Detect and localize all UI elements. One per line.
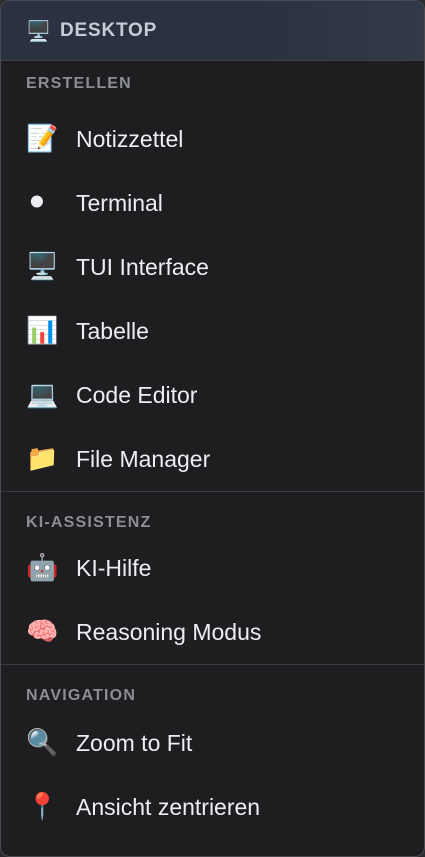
laptop-icon: 💻 bbox=[26, 380, 59, 410]
robot-icon: 🤖 bbox=[26, 553, 59, 583]
menu-item-code-editor[interactable]: 💻 Code Editor bbox=[1, 363, 424, 427]
menu-item-label: Terminal bbox=[76, 189, 163, 216]
desktop-computer-icon: 🖥️ bbox=[26, 252, 59, 282]
black-circle-icon: ⚫ bbox=[26, 188, 48, 218]
pin-icon: 📍 bbox=[26, 792, 59, 822]
menu-item-label: TUI Interface bbox=[76, 253, 209, 280]
section-label-navigation: NAVIGATION bbox=[26, 687, 137, 704]
menu-item-label: KI-Hilfe bbox=[76, 554, 152, 581]
menu-item-ansicht-zentrieren[interactable]: 📍 Ansicht zentrieren bbox=[1, 775, 424, 839]
menu-item-label: Zoom to Fit bbox=[76, 729, 193, 756]
menu-item-label: Reasoning Modus bbox=[76, 618, 262, 645]
menu-item-label: Code Editor bbox=[76, 381, 198, 408]
context-menu: 🖥️ DESKTOP ERSTELLEN 📝 Notizzettel ⚫ Ter… bbox=[0, 0, 425, 857]
desktop-icon: 🖥️ bbox=[26, 18, 51, 43]
menu-item-reasoning-modus[interactable]: 🧠 Reasoning Modus bbox=[1, 600, 424, 664]
bar-chart-icon: 📊 bbox=[26, 316, 59, 346]
menu-item-ki-hilfe[interactable]: 🤖 KI-Hilfe bbox=[1, 536, 424, 600]
menu-item-label: File Manager bbox=[76, 445, 211, 472]
section-label-erstellen: ERSTELLEN bbox=[26, 75, 132, 92]
menu-title: DESKTOP bbox=[60, 19, 158, 41]
menu-item-terminal[interactable]: ⚫ Terminal bbox=[1, 171, 424, 235]
folder-icon: 📁 bbox=[26, 444, 59, 474]
menu-item-label: Tabelle bbox=[76, 317, 149, 344]
menu-item-zoom-to-fit[interactable]: 🔍 Zoom to Fit bbox=[1, 711, 424, 775]
menu-header: 🖥️ DESKTOP bbox=[1, 1, 424, 61]
menu-item-label: Ansicht zentrieren bbox=[76, 793, 261, 820]
menu-item-label: Notizzettel bbox=[76, 125, 184, 152]
menu-item-file-manager[interactable]: 📁 File Manager bbox=[1, 427, 424, 491]
memo-icon: 📝 bbox=[26, 124, 59, 154]
magnifier-icon: 🔍 bbox=[26, 728, 59, 758]
menu-item-notizzettel[interactable]: 📝 Notizzettel bbox=[1, 107, 424, 171]
section-label-ki-assistenz: KI-ASSISTENZ bbox=[26, 514, 152, 531]
menu-item-tabelle[interactable]: 📊 Tabelle bbox=[1, 299, 424, 363]
brain-icon: 🧠 bbox=[26, 617, 59, 647]
menu-item-tui-interface[interactable]: 🖥️ TUI Interface bbox=[1, 235, 424, 299]
